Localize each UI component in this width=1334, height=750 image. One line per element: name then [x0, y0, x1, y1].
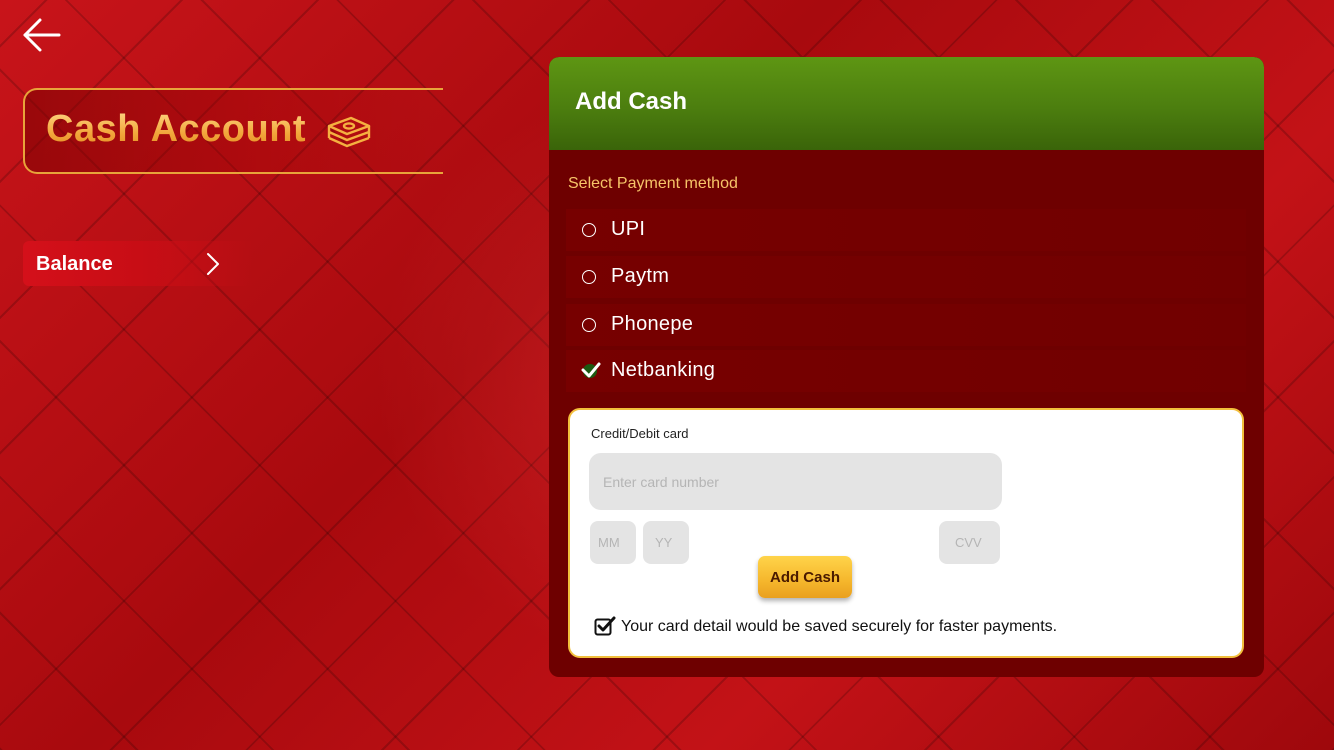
checkmark-selected-icon[interactable]: [581, 361, 601, 379]
payment-option-upi[interactable]: UPI: [566, 209, 1246, 251]
add-cash-button[interactable]: Add Cash: [758, 556, 852, 598]
cash-account-header: Cash Account: [23, 88, 443, 174]
card-form-label: Credit/Debit card: [591, 426, 689, 441]
expiry-month-input[interactable]: [590, 521, 636, 564]
back-button[interactable]: [22, 17, 62, 53]
save-card-notice: Your card detail would be saved securely…: [621, 618, 1058, 635]
payment-option-label: UPI: [611, 218, 646, 240]
payment-option-label: Phonepe: [611, 313, 694, 335]
payment-option-phonepe[interactable]: Phonepe: [566, 304, 1246, 346]
payment-option-paytm[interactable]: Paytm: [566, 256, 1246, 298]
checkbox-checked-icon[interactable]: [594, 616, 616, 636]
sidebar-item-label: Balance: [36, 253, 113, 275]
expiry-year-input[interactable]: [643, 521, 689, 564]
panel-title: Add Cash: [575, 88, 688, 115]
payment-option-label: Netbanking: [611, 359, 716, 381]
chevron-right-icon: [207, 253, 219, 275]
radio-icon[interactable]: [582, 223, 596, 237]
radio-icon[interactable]: [582, 318, 596, 332]
radio-icon[interactable]: [582, 270, 596, 284]
payment-option-label: Paytm: [611, 265, 670, 287]
money-stack-icon: [327, 116, 371, 148]
payment-method-label: Select Payment method: [568, 175, 738, 192]
sidebar-item-balance[interactable]: Balance: [23, 241, 253, 286]
page-title: Cash Account: [46, 108, 307, 150]
cvv-input[interactable]: [939, 521, 1000, 564]
payment-option-netbanking[interactable]: Netbanking: [566, 350, 1246, 392]
panel-header: Add Cash: [549, 57, 1264, 150]
card-number-input[interactable]: [589, 453, 1002, 510]
arrow-left-icon: [23, 18, 61, 52]
add-cash-panel: Add Cash Select Payment method UPI Paytm…: [549, 57, 1264, 677]
card-form: Credit/Debit card Add Cash Your card det…: [568, 408, 1244, 658]
